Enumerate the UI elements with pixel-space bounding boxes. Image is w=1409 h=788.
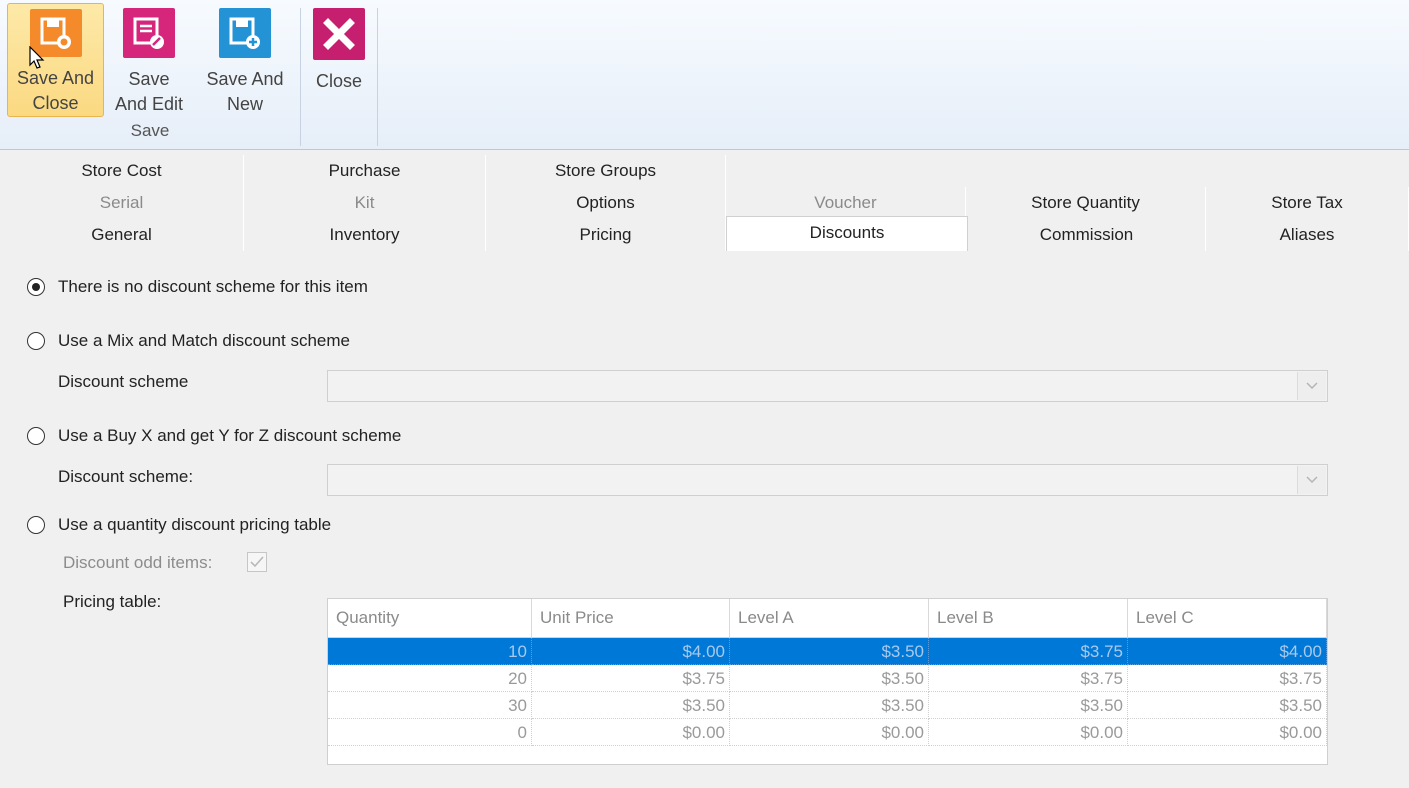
column-header-unit-price[interactable]: Unit Price: [532, 599, 730, 637]
save-and-close-label: Save And Close: [16, 68, 95, 113]
cell-unit-price[interactable]: $3.75: [532, 665, 730, 692]
save-and-new-label: Save And New: [206, 69, 284, 114]
tab-kit[interactable]: Kit: [244, 187, 486, 219]
tab-commission[interactable]: Commission: [968, 219, 1206, 251]
tab-pricing[interactable]: Pricing: [486, 219, 726, 251]
buyx-discount-scheme-dropdown[interactable]: [327, 464, 1328, 496]
save-new-icon: [219, 8, 271, 58]
table-row[interactable]: 0 $0.00 $0.00 $0.00 $0.00: [328, 719, 1327, 746]
tab-general[interactable]: General: [0, 219, 244, 251]
buyx-discount-scheme-label: Discount scheme:: [58, 467, 194, 486]
tab-store-tax[interactable]: Store Tax: [1206, 187, 1409, 219]
ribbon-separator: [377, 8, 378, 146]
discount-odd-items-label: Discount odd items:: [63, 553, 213, 572]
quantity-discount-radio[interactable]: [27, 516, 45, 534]
quantity-discount-option[interactable]: Use a quantity discount pricing table: [27, 515, 331, 535]
save-and-edit-label: Save And Edit: [114, 69, 184, 114]
pricing-table[interactable]: Quantity Unit Price Level A Level B Leve…: [327, 598, 1328, 765]
cell-level-b[interactable]: $3.50: [929, 692, 1128, 719]
tab-serial[interactable]: Serial: [0, 187, 244, 219]
tab-store-cost[interactable]: Store Cost: [0, 155, 244, 187]
cell-unit-price[interactable]: $0.00: [532, 719, 730, 746]
cell-quantity[interactable]: 30: [328, 692, 532, 719]
tab-voucher[interactable]: Voucher: [726, 187, 966, 219]
cell-level-b[interactable]: $3.75: [929, 665, 1128, 692]
save-edit-icon: [123, 8, 175, 58]
tab-options[interactable]: Options: [486, 187, 726, 219]
cell-level-a[interactable]: $3.50: [730, 665, 929, 692]
cell-level-b[interactable]: $0.00: [929, 719, 1128, 746]
column-header-level-a[interactable]: Level A: [730, 599, 929, 637]
mix-match-radio[interactable]: [27, 332, 45, 350]
mix-discount-scheme-dropdown[interactable]: [327, 370, 1328, 402]
mix-discount-scheme-label: Discount scheme: [58, 372, 189, 391]
mouse-cursor-icon: [29, 46, 45, 69]
ribbon: Save And Close Save And Edit Save And Ne: [0, 0, 1409, 150]
tab-store-groups[interactable]: Store Groups: [486, 155, 726, 187]
mix-match-label: Use a Mix and Match discount scheme: [58, 331, 350, 350]
save-group-label: Save: [130, 121, 170, 140]
cell-unit-price[interactable]: $4.00: [532, 638, 730, 665]
pricing-table-header: Quantity Unit Price Level A Level B Leve…: [328, 599, 1327, 638]
cell-level-a[interactable]: $3.50: [730, 692, 929, 719]
close-button[interactable]: Close: [304, 3, 374, 117]
tab-discounts[interactable]: Discounts: [726, 216, 968, 251]
quantity-discount-label: Use a quantity discount pricing table: [58, 515, 332, 534]
save-and-new-button[interactable]: Save And New: [197, 3, 293, 117]
cell-level-c[interactable]: $3.50: [1128, 692, 1327, 719]
checkmark-icon: [250, 556, 264, 568]
discounts-panel: There is no discount scheme for this ite…: [0, 251, 1409, 788]
cell-level-c[interactable]: $3.75: [1128, 665, 1327, 692]
close-icon: [313, 8, 365, 60]
cell-unit-price[interactable]: $3.50: [532, 692, 730, 719]
table-row[interactable]: 20 $3.75 $3.50 $3.75 $3.75: [328, 665, 1327, 692]
no-discount-radio[interactable]: [27, 278, 45, 296]
cell-quantity[interactable]: 20: [328, 665, 532, 692]
save-and-close-button[interactable]: Save And Close: [7, 3, 104, 117]
buy-x-option[interactable]: Use a Buy X and get Y for Z discount sch…: [27, 426, 401, 446]
tab-store-quantity[interactable]: Store Quantity: [966, 187, 1206, 219]
cell-level-c[interactable]: $4.00: [1128, 638, 1327, 665]
tab-purchase[interactable]: Purchase: [244, 155, 486, 187]
cell-level-b[interactable]: $3.75: [929, 638, 1128, 665]
chevron-down-icon[interactable]: [1297, 372, 1326, 400]
table-row[interactable]: 10 $4.00 $3.50 $3.75 $4.00: [328, 638, 1327, 665]
chevron-down-icon[interactable]: [1297, 466, 1326, 494]
column-header-level-c[interactable]: Level C: [1128, 599, 1327, 637]
no-discount-option[interactable]: There is no discount scheme for this ite…: [27, 277, 368, 297]
buy-x-label: Use a Buy X and get Y for Z discount sch…: [58, 426, 402, 445]
buy-x-radio[interactable]: [27, 427, 45, 445]
table-row[interactable]: 30 $3.50 $3.50 $3.50 $3.50: [328, 692, 1327, 719]
tab-aliases[interactable]: Aliases: [1206, 219, 1409, 251]
column-header-quantity[interactable]: Quantity: [328, 599, 532, 637]
cell-quantity[interactable]: 10: [328, 638, 532, 665]
no-discount-label: There is no discount scheme for this ite…: [58, 277, 368, 296]
ribbon-separator: [300, 8, 301, 146]
close-label: Close: [315, 71, 363, 91]
save-and-edit-button[interactable]: Save And Edit: [105, 3, 193, 117]
cell-level-a[interactable]: $0.00: [730, 719, 929, 746]
discount-odd-items-checkbox[interactable]: [247, 552, 267, 572]
column-header-level-b[interactable]: Level B: [929, 599, 1128, 637]
cell-level-a[interactable]: $3.50: [730, 638, 929, 665]
pricing-table-label: Pricing table:: [63, 592, 162, 611]
cell-level-c[interactable]: $0.00: [1128, 719, 1327, 746]
cell-quantity[interactable]: 0: [328, 719, 532, 746]
mix-match-option[interactable]: Use a Mix and Match discount scheme: [27, 331, 350, 351]
tab-inventory[interactable]: Inventory: [244, 219, 486, 251]
